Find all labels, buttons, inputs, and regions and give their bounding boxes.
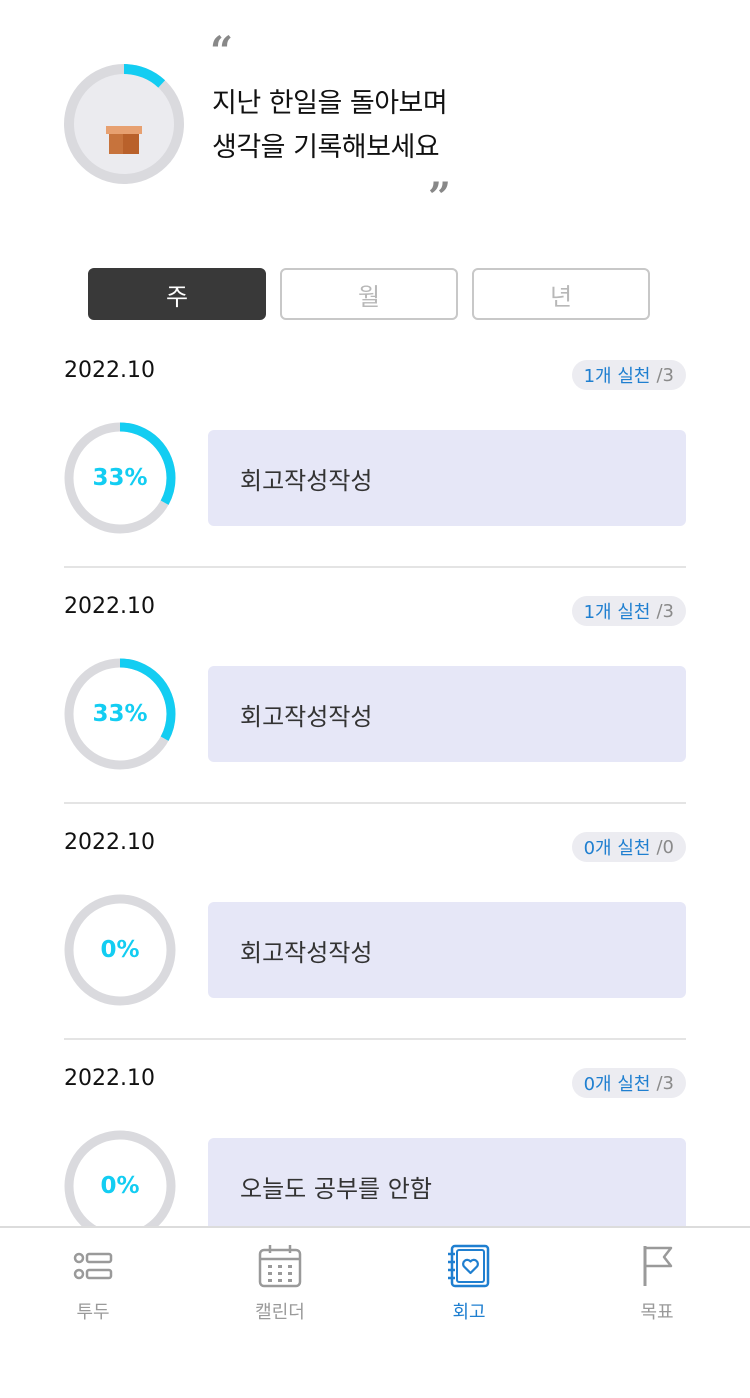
divider <box>64 566 686 568</box>
headline-line-2: 생각을 기록해보세요 <box>212 132 440 163</box>
list-item: 2022.10 1개 실천 /3 33% 회고작성작성 <box>0 576 750 812</box>
calendar-icon <box>258 1245 302 1288</box>
badge-count: 1개 실천 <box>583 366 651 387</box>
badge-count: 0개 실천 <box>583 838 651 859</box>
tab-goal[interactable]: 목표 <box>597 1242 717 1332</box>
tab-calendar-label: 캘린더 <box>255 1302 305 1323</box>
open-quote-icon: “ <box>210 28 234 75</box>
status-badge: 0개 실천 /0 <box>571 832 686 862</box>
headline: 지난 한일을 돌아보며 생각을 기록해보세요 <box>212 82 448 170</box>
tab-todo-label: 투두 <box>76 1302 110 1323</box>
progress-percent: 0% <box>100 937 140 963</box>
close-quote-icon: ” <box>428 174 452 221</box>
headline-line-1: 지난 한일을 돌아보며 <box>212 88 448 119</box>
divider <box>64 802 686 804</box>
profile-ring-track <box>64 64 184 184</box>
entry-date: 2022.10 <box>64 1066 155 1091</box>
tab-goal-label: 목표 <box>640 1302 674 1323</box>
entry-date: 2022.10 <box>64 830 155 855</box>
retrospect-card[interactable]: 회고작성작성 <box>208 902 686 998</box>
retrospect-notebook-icon <box>448 1244 490 1288</box>
badge-total: /3 <box>656 1072 674 1094</box>
badge-count: 1개 실천 <box>583 602 651 623</box>
list-item: 2022.10 1개 실천 /3 33% 회고작성작성 <box>0 340 750 576</box>
flag-icon <box>643 1246 673 1286</box>
segment-week[interactable]: 주 <box>88 268 266 320</box>
status-badge: 0개 실천 /3 <box>571 1068 686 1098</box>
tab-calendar[interactable]: 캘린더 <box>220 1242 340 1332</box>
divider <box>64 1038 686 1040</box>
badge-total: /0 <box>656 836 674 858</box>
header: “ 지난 한일을 돌아보며 생각을 기록해보세요 ” <box>0 0 750 240</box>
progress-ring: 33% <box>62 420 178 536</box>
entry-date: 2022.10 <box>64 594 155 619</box>
badge-count: 0개 실천 <box>583 1074 651 1095</box>
retrospect-card[interactable]: 회고작성작성 <box>208 666 686 762</box>
segment-year[interactable]: 년 <box>472 268 650 320</box>
retrospect-card[interactable]: 회고작성작성 <box>208 430 686 526</box>
retrospect-card[interactable]: 오늘도 공부를 안함 <box>208 1138 686 1234</box>
status-badge: 1개 실천 /3 <box>571 596 686 626</box>
badge-total: /3 <box>656 600 674 622</box>
tab-todo[interactable]: 투두 <box>33 1242 153 1332</box>
progress-ring: 33% <box>62 656 178 772</box>
progress-percent: 33% <box>92 465 148 491</box>
profile-ring-svg <box>64 64 184 184</box>
status-badge: 1개 실천 /3 <box>571 360 686 390</box>
progress-ring: 0% <box>62 892 178 1008</box>
progress-percent: 33% <box>92 701 148 727</box>
entry-date: 2022.10 <box>64 358 155 383</box>
list-item: 2022.10 0개 실천 /0 0% 회고작성작성 <box>0 812 750 1048</box>
bottom-tab-bar: 투두 캘린더 회고 목표 <box>0 1226 750 1398</box>
profile-progress-ring <box>62 62 186 186</box>
tab-retrospect[interactable]: 회고 <box>409 1242 529 1332</box>
plant-pot-icon <box>106 126 142 154</box>
badge-total: /3 <box>656 364 674 386</box>
segment-month[interactable]: 월 <box>280 268 458 320</box>
tab-retrospect-label: 회고 <box>452 1302 486 1323</box>
todo-list-icon <box>73 1252 113 1280</box>
